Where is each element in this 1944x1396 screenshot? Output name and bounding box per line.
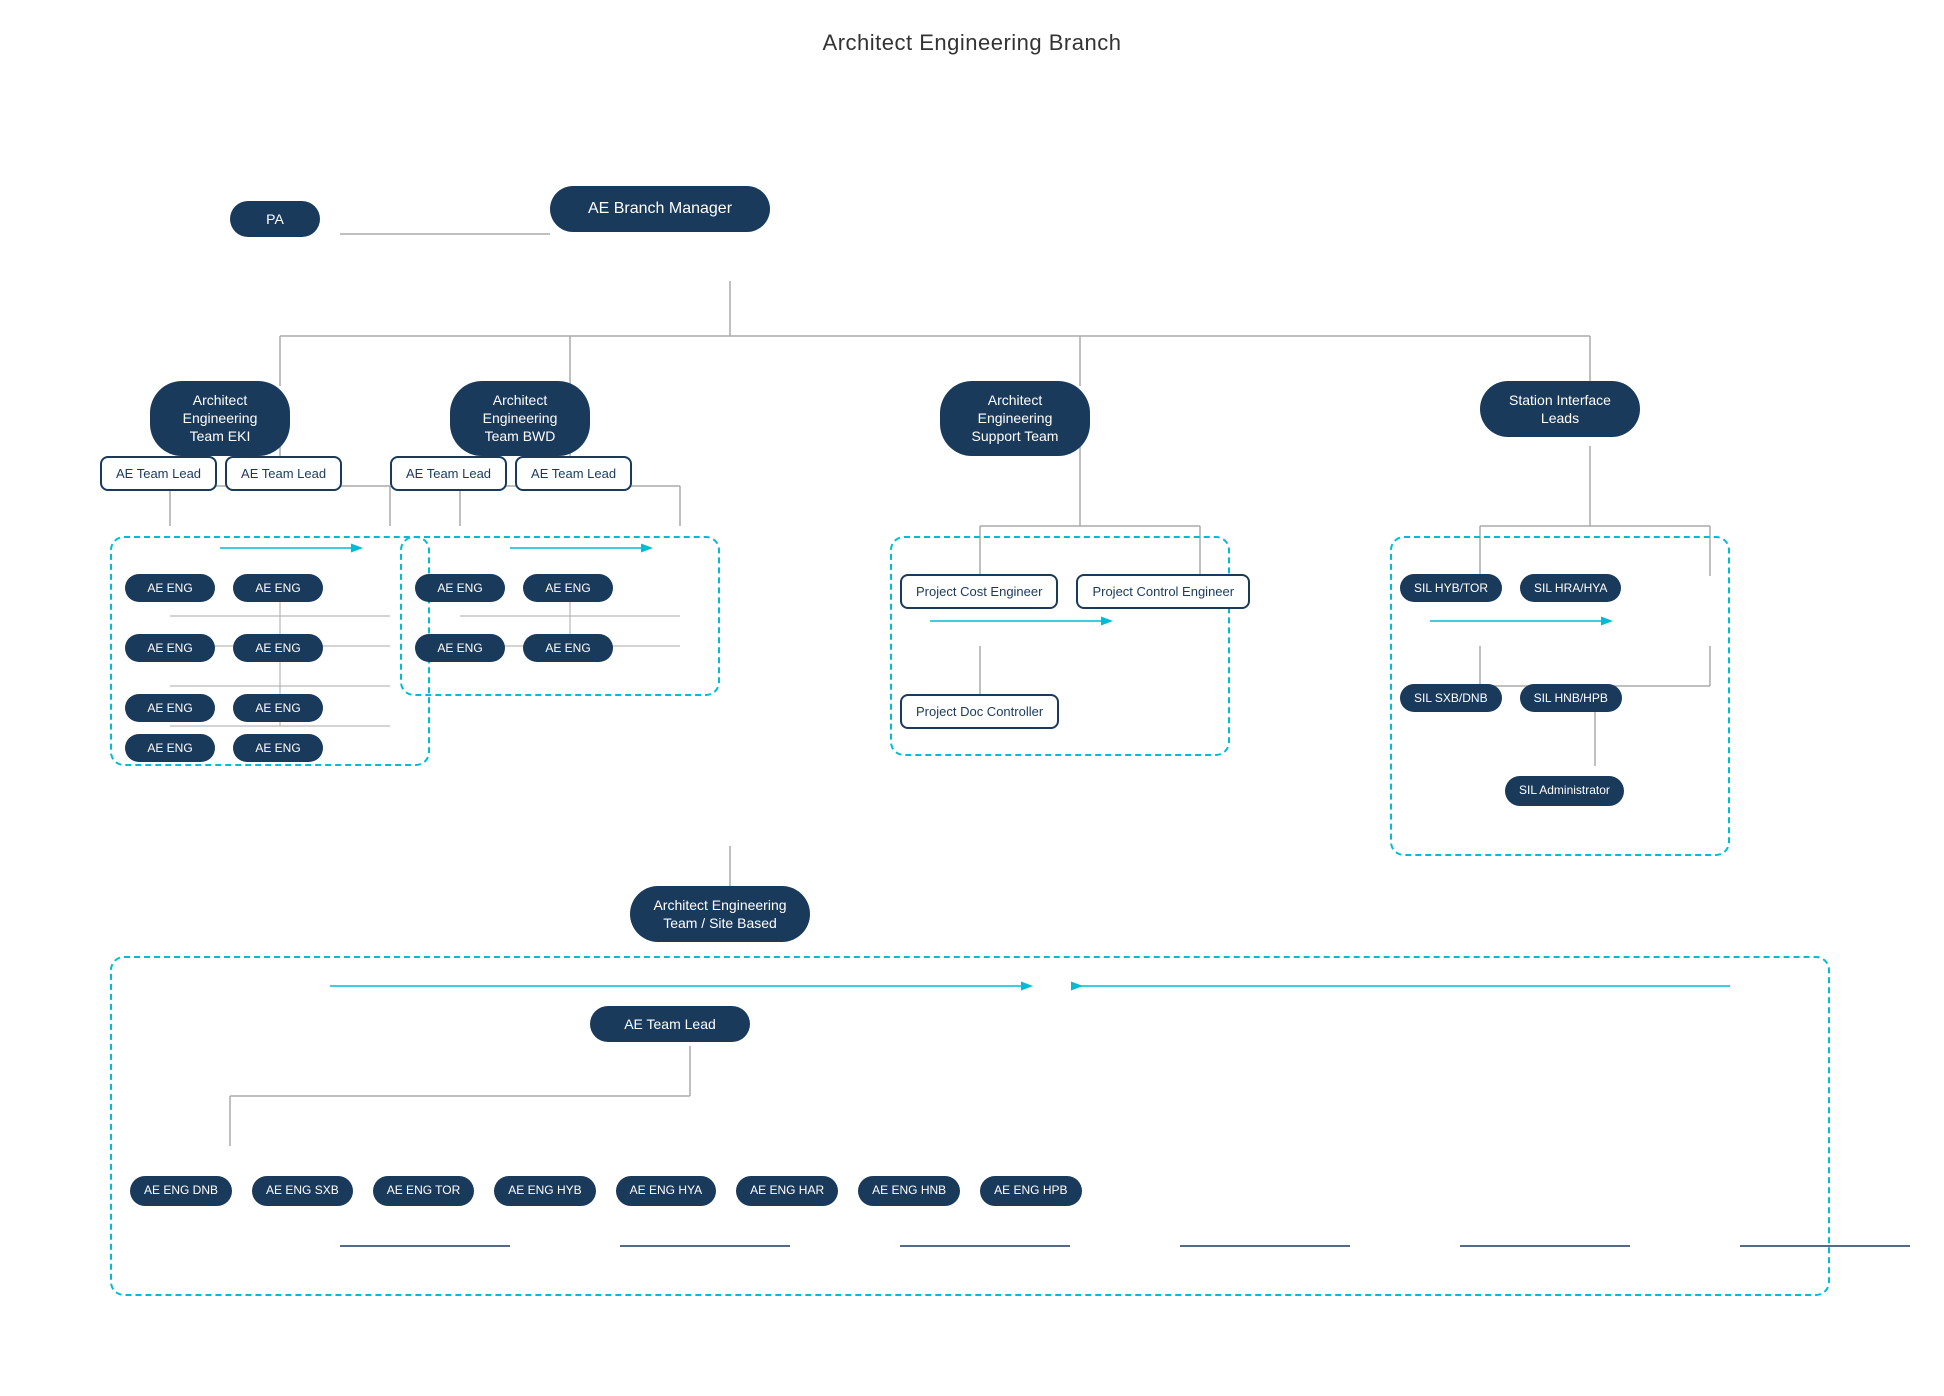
- page-title: Architect Engineering Branch: [30, 30, 1914, 56]
- bwd-eng-row1: AE ENG AE ENG: [415, 574, 613, 602]
- sil-node: Station Interface Leads: [1480, 381, 1640, 437]
- bwd-eng-4: AE ENG: [523, 634, 613, 662]
- bwd-eng-1: AE ENG: [415, 574, 505, 602]
- eki-eng-2: AE ENG: [233, 574, 323, 602]
- sil-admin-node: SIL Administrator: [1505, 776, 1624, 806]
- sil-row2: SIL SXB/DNB SIL HNB/HPB: [1400, 684, 1622, 712]
- support-eng-row2: Project Doc Controller: [900, 694, 1059, 729]
- bwd-eng-row2: AE ENG AE ENG: [415, 634, 613, 662]
- sil-hyb-tor: SIL HYB/TOR: [1400, 574, 1502, 602]
- ae-site-based-label: Architect Engineering Team / Site Based: [630, 886, 810, 942]
- sil-row1: SIL HYB/TOR SIL HRA/HYA: [1400, 574, 1621, 602]
- ae-branch-manager-label: AE Branch Manager: [550, 186, 770, 232]
- ae-site-lead-label: AE Team Lead: [590, 1006, 750, 1042]
- pa-node: PA: [230, 201, 320, 237]
- site-based-dashed-box: [110, 956, 1830, 1296]
- bwd-team-lead-2: AE Team Lead: [515, 456, 632, 491]
- sil-label: Station Interface Leads: [1480, 381, 1640, 437]
- eki-eng-row2: AE ENG AE ENG: [125, 634, 323, 662]
- eki-eng-8: AE ENG: [233, 734, 323, 762]
- eki-team-leads: AE Team Lead AE Team Lead: [100, 456, 342, 491]
- eki-eng-row4: AE ENG AE ENG: [125, 734, 323, 762]
- eki-eng-row3: AE ENG AE ENG: [125, 694, 323, 722]
- bwd-team-lead-1: AE Team Lead: [390, 456, 507, 491]
- ae-site-lead-node: AE Team Lead: [590, 1006, 750, 1042]
- sil-sxb-dnb: SIL SXB/DNB: [1400, 684, 1502, 712]
- ae-eng-har: AE ENG HAR: [736, 1176, 838, 1206]
- eki-team-lead-1: AE Team Lead: [100, 456, 217, 491]
- ae-eng-hnb: AE ENG HNB: [858, 1176, 960, 1206]
- eki-eng-4: AE ENG: [233, 634, 323, 662]
- ae-team-bwd-label: Architect Engineering Team BWD: [450, 381, 590, 456]
- eki-eng-5: AE ENG: [125, 694, 215, 722]
- ae-eng-hyb: AE ENG HYB: [494, 1176, 595, 1206]
- project-cost-engineer: Project Cost Engineer: [900, 574, 1058, 609]
- eki-eng-row1: AE ENG AE ENG: [125, 574, 323, 602]
- ae-team-eki-node: Architect Engineering Team EKI: [150, 381, 290, 456]
- pa-label: PA: [230, 201, 320, 237]
- bwd-team-leads: AE Team Lead AE Team Lead: [390, 456, 632, 491]
- eki-team-lead-2: AE Team Lead: [225, 456, 342, 491]
- eki-eng-6: AE ENG: [233, 694, 323, 722]
- bwd-eng-2: AE ENG: [523, 574, 613, 602]
- sil-hnb-hpb: SIL HNB/HPB: [1520, 684, 1622, 712]
- ae-team-bwd-node: Architect Engineering Team BWD: [450, 381, 590, 456]
- bwd-dashed-box: [400, 536, 720, 696]
- ae-eng-hpb: AE ENG HPB: [980, 1176, 1081, 1206]
- ae-site-based-node: Architect Engineering Team / Site Based: [630, 886, 810, 942]
- ae-eng-dnb: AE ENG DNB: [130, 1176, 232, 1206]
- sil-hra-hya: SIL HRA/HYA: [1520, 574, 1621, 602]
- ae-support-label: Architect Engineering Support Team: [940, 381, 1090, 456]
- project-control-engineer: Project Control Engineer: [1076, 574, 1250, 609]
- bwd-eng-3: AE ENG: [415, 634, 505, 662]
- support-eng-row1: Project Cost Engineer Project Control En…: [900, 574, 1250, 609]
- ae-eng-sxb: AE ENG SXB: [252, 1176, 353, 1206]
- ae-eng-hya: AE ENG HYA: [616, 1176, 716, 1206]
- eki-eng-7: AE ENG: [125, 734, 215, 762]
- ae-support-node: Architect Engineering Support Team: [940, 381, 1090, 456]
- bottom-row: AE ENG DNB AE ENG SXB AE ENG TOR AE ENG …: [130, 1176, 1082, 1206]
- eki-eng-3: AE ENG: [125, 634, 215, 662]
- ae-team-eki-label: Architect Engineering Team EKI: [150, 381, 290, 456]
- org-chart: PA AE Branch Manager Architect Engineeri…: [30, 86, 1910, 1366]
- page: Architect Engineering Branch: [0, 0, 1944, 1396]
- ae-eng-tor: AE ENG TOR: [373, 1176, 475, 1206]
- eki-eng-1: AE ENG: [125, 574, 215, 602]
- ae-branch-manager-node: AE Branch Manager: [550, 186, 770, 232]
- sil-admin-label: SIL Administrator: [1505, 776, 1624, 806]
- project-doc-controller: Project Doc Controller: [900, 694, 1059, 729]
